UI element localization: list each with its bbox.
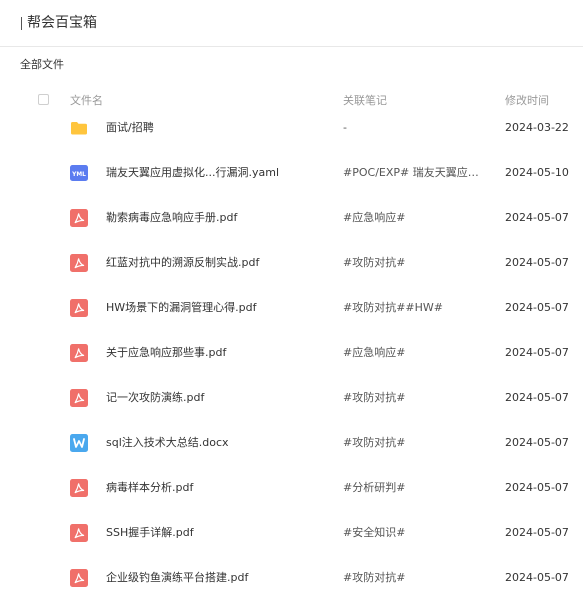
modified-date: 2024-05-07 <box>505 211 569 224</box>
pdf-file-icon <box>70 254 88 272</box>
pdf-file-icon <box>70 299 88 317</box>
pdf-file-icon <box>70 479 88 497</box>
file-name[interactable]: 面试/招聘 <box>106 120 326 136</box>
file-name[interactable]: 红蓝对抗中的溯源反制实战.pdf <box>106 255 326 271</box>
file-name[interactable]: 病毒样本分析.pdf <box>106 480 326 496</box>
linked-note[interactable]: #POC/EXP# 瑞友天翼应用... <box>343 165 488 181</box>
select-all-checkbox[interactable] <box>38 94 49 105</box>
modified-date: 2024-05-07 <box>505 481 569 494</box>
file-name[interactable]: 瑞友天翼应用虚拟化...行漏洞.yaml <box>106 165 326 181</box>
file-name[interactable]: SSH握手详解.pdf <box>106 525 326 541</box>
file-row[interactable]: 记一次攻防演练.pdf #攻防对抗# 2024-05-07 <box>0 376 583 421</box>
pdf-file-icon <box>70 569 88 587</box>
file-name[interactable]: 关于应急响应那些事.pdf <box>106 345 326 361</box>
folder-icon <box>70 119 88 137</box>
linked-note[interactable]: #安全知识# <box>343 525 488 541</box>
yaml-file-icon: YML <box>70 164 88 182</box>
modified-date: 2024-03-22 <box>505 121 569 134</box>
file-name[interactable]: HW场景下的漏洞管理心得.pdf <box>106 300 326 316</box>
modified-date: 2024-05-07 <box>505 571 569 584</box>
file-row[interactable]: 勒索病毒应急响应手册.pdf #应急响应# 2024-05-07 <box>0 196 583 241</box>
file-row[interactable]: 病毒样本分析.pdf #分析研判# 2024-05-07 <box>0 466 583 511</box>
file-row[interactable]: YML 瑞友天翼应用虚拟化...行漏洞.yaml #POC/EXP# 瑞友天翼应用.… <box>0 151 583 196</box>
pdf-file-icon <box>70 209 88 227</box>
linked-note[interactable]: - <box>343 120 488 136</box>
file-name[interactable]: 勒索病毒应急响应手册.pdf <box>106 210 326 226</box>
linked-note[interactable]: #攻防对抗# <box>343 435 488 451</box>
file-name[interactable]: sql注入技术大总结.docx <box>106 435 326 451</box>
header: 帮会百宝箱 <box>0 0 583 47</box>
modified-date: 2024-05-07 <box>505 346 569 359</box>
linked-note[interactable]: #攻防对抗# <box>343 255 488 271</box>
word-file-icon <box>70 434 88 452</box>
file-name[interactable]: 记一次攻防演练.pdf <box>106 390 326 406</box>
file-row[interactable]: HW场景下的漏洞管理心得.pdf #攻防对抗##HW# 2024-05-07 <box>0 286 583 331</box>
modified-date: 2024-05-07 <box>505 526 569 539</box>
modified-date: 2024-05-07 <box>505 256 569 269</box>
pdf-file-icon <box>70 344 88 362</box>
linked-note[interactable]: #攻防对抗# <box>343 570 488 586</box>
file-row[interactable]: 面试/招聘 - 2024-03-22 <box>0 106 583 151</box>
modified-date: 2024-05-10 <box>505 166 569 179</box>
file-row[interactable]: SSH握手详解.pdf #安全知识# 2024-05-07 <box>0 511 583 556</box>
file-row[interactable]: 红蓝对抗中的溯源反制实战.pdf #攻防对抗# 2024-05-07 <box>0 241 583 286</box>
page-title: 帮会百宝箱 <box>27 15 97 31</box>
linked-note[interactable]: #分析研判# <box>343 480 488 496</box>
modified-date: 2024-05-07 <box>505 391 569 404</box>
file-name[interactable]: 企业级钓鱼演练平台搭建.pdf <box>106 570 326 586</box>
linked-note[interactable]: #应急响应# <box>343 210 488 226</box>
pdf-file-icon <box>70 524 88 542</box>
file-row[interactable]: 关于应急响应那些事.pdf #应急响应# 2024-05-07 <box>0 331 583 376</box>
modified-date: 2024-05-07 <box>505 436 569 449</box>
modified-date: 2024-05-07 <box>505 301 569 314</box>
breadcrumb-all-files[interactable]: 全部文件 <box>20 57 64 73</box>
file-row[interactable]: 企业级钓鱼演练平台搭建.pdf #攻防对抗# 2024-05-07 <box>0 556 583 601</box>
linked-note[interactable]: #攻防对抗# <box>343 390 488 406</box>
linked-note[interactable]: #攻防对抗##HW# <box>343 300 488 316</box>
svg-text:YML: YML <box>71 172 86 178</box>
pdf-file-icon <box>70 389 88 407</box>
header-accent-bar <box>21 17 22 30</box>
linked-note[interactable]: #应急响应# <box>343 345 488 361</box>
file-row[interactable]: sql注入技术大总结.docx #攻防对抗# 2024-05-07 <box>0 421 583 466</box>
